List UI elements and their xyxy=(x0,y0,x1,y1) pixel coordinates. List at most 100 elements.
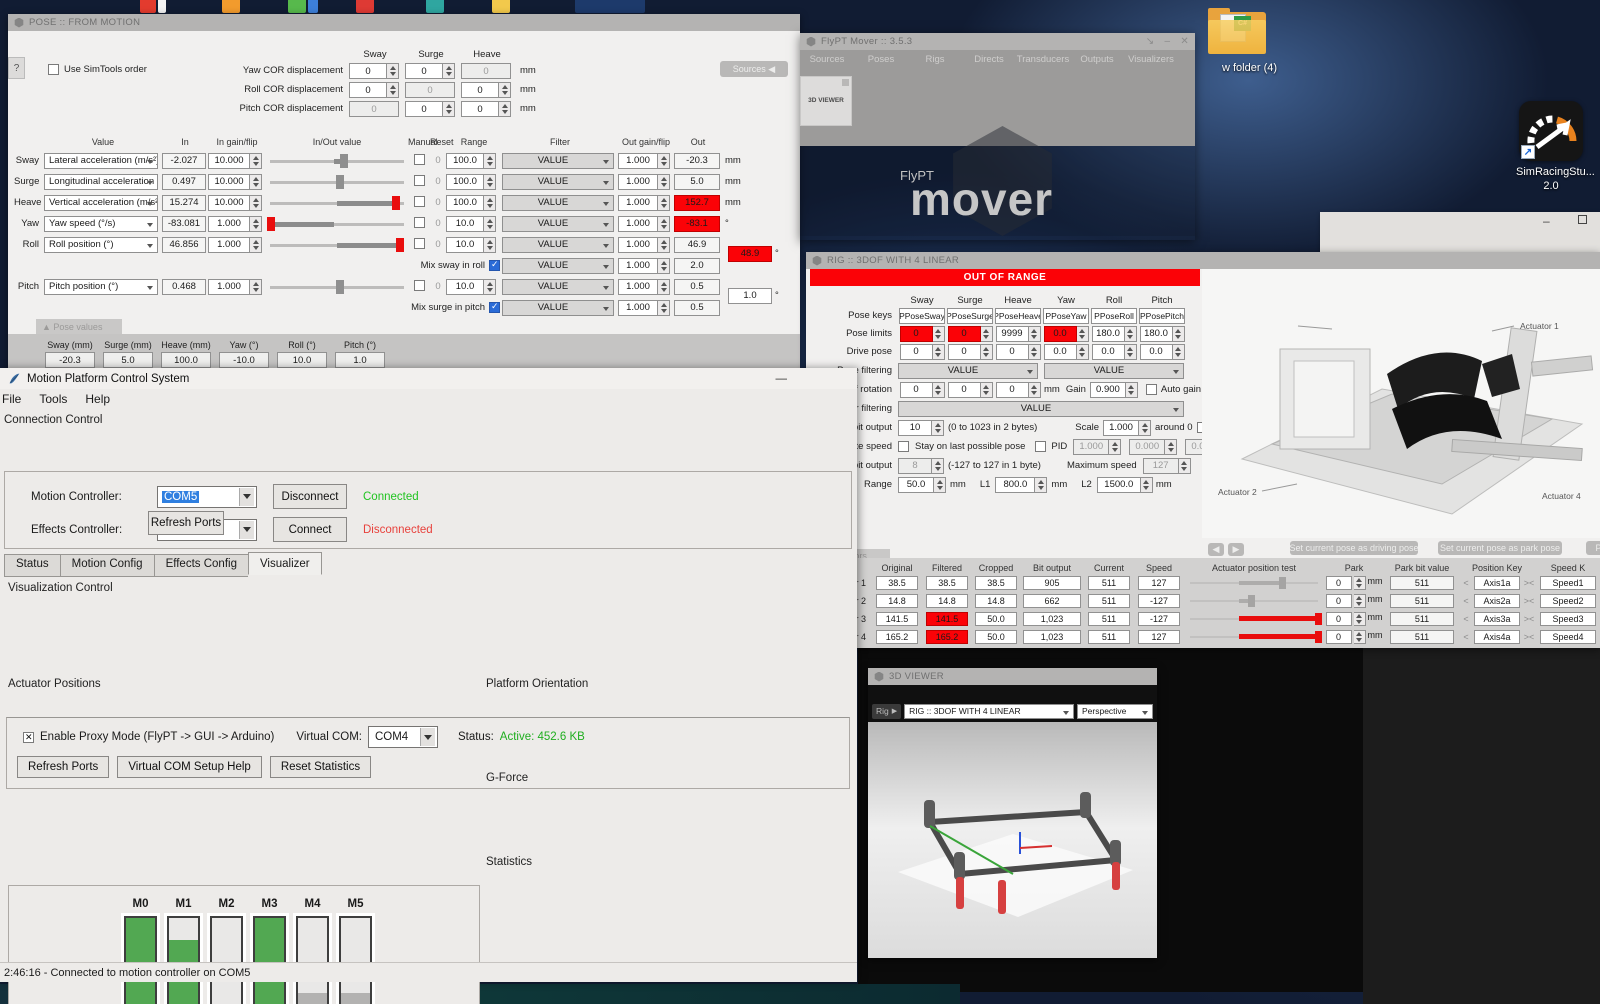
auto-gain-checkbox[interactable] xyxy=(1146,384,1157,395)
reset-value[interactable]: 0 xyxy=(430,197,446,208)
dropdown-arrow-icon[interactable] xyxy=(420,728,435,746)
pose-limit-field[interactable]: 0 xyxy=(900,326,933,342)
cor-field[interactable]: 0 xyxy=(461,101,499,117)
spinner[interactable] xyxy=(1354,576,1366,590)
sources-button[interactable]: Sources ◀ xyxy=(720,61,788,77)
spinner[interactable] xyxy=(484,237,496,253)
close-icon[interactable]: ✕ xyxy=(1180,36,1189,47)
maximize-icon[interactable] xyxy=(1578,215,1587,224)
inout-slider[interactable] xyxy=(270,195,404,211)
range-field[interactable]: 100.0 xyxy=(446,195,484,211)
speed-key-input[interactable]: Speed3 xyxy=(1540,612,1596,626)
spinner[interactable] xyxy=(1126,382,1138,398)
spinner[interactable] xyxy=(499,101,511,117)
spinner[interactable] xyxy=(1173,326,1185,342)
pose-key-input[interactable]: PPoseRoll xyxy=(1091,308,1137,324)
in-gain-field[interactable]: 1.000 xyxy=(208,237,250,253)
rig-title-bar[interactable]: RIG :: 3DOF WITH 4 LINEAR xyxy=(806,252,1600,269)
spinner[interactable] xyxy=(1354,630,1366,644)
spinner[interactable] xyxy=(484,279,496,295)
in-gain-field[interactable]: 1.000 xyxy=(208,279,250,295)
background-window-titlebar[interactable]: – xyxy=(1320,212,1600,252)
source-select[interactable]: Longitudinal acceleration (m/s²) xyxy=(44,174,158,190)
pose-key-input[interactable]: PPoseSway xyxy=(899,308,945,324)
position-key-input[interactable]: Axis2a xyxy=(1474,594,1520,608)
set-park-pose-button[interactable]: Set current pose as park pose xyxy=(1438,541,1562,555)
mover-menu-item[interactable]: Outputs xyxy=(1070,54,1124,74)
mover-menu-item[interactable]: Poses xyxy=(854,54,908,74)
pose-key-input[interactable]: PPoseSurge xyxy=(947,308,993,324)
spinner[interactable] xyxy=(1035,477,1047,493)
cor-field[interactable]: 0 xyxy=(405,63,443,79)
spinner[interactable] xyxy=(484,153,496,169)
manual-checkbox[interactable] xyxy=(414,238,425,249)
tab[interactable]: Status xyxy=(4,554,60,577)
filter-select[interactable]: VALUE xyxy=(502,300,614,316)
spinner[interactable] xyxy=(250,279,262,295)
inout-slider[interactable] xyxy=(270,237,404,253)
clipped-button[interactable]: Po xyxy=(1586,541,1600,555)
spinner[interactable] xyxy=(499,82,511,98)
range-field[interactable]: 10.0 xyxy=(446,237,484,253)
range-field[interactable]: 100.0 xyxy=(446,153,484,169)
viewer-viewport[interactable] xyxy=(868,722,1157,958)
filter-select[interactable]: VALUE xyxy=(502,174,614,190)
out-gain-field[interactable]: 1.000 xyxy=(618,216,658,232)
spinner[interactable] xyxy=(981,382,993,398)
speed-key-input[interactable]: Speed2 xyxy=(1540,594,1596,608)
spinner[interactable] xyxy=(934,477,946,493)
minimize-icon[interactable]: — xyxy=(776,373,788,385)
pose-title-bar[interactable]: POSE :: FROM MOTION xyxy=(8,14,800,31)
minimize-icon[interactable]: – xyxy=(1164,36,1170,47)
drive-pose-field[interactable]: 0 xyxy=(900,344,933,360)
source-select[interactable]: Lateral acceleration (m/s²) xyxy=(44,153,158,169)
pose-filter-select[interactable]: VALUE xyxy=(898,363,1038,379)
filter-select[interactable]: VALUE xyxy=(502,216,614,232)
cor-field[interactable]: 0 xyxy=(405,101,443,117)
manual-checkbox[interactable] xyxy=(414,175,425,186)
dropdown-arrow-icon[interactable] xyxy=(239,488,254,506)
spinner[interactable] xyxy=(932,420,944,436)
out-gain-field[interactable]: 1.000 xyxy=(618,300,658,316)
drive-pose-field[interactable]: 0.0 xyxy=(1092,344,1125,360)
virtual-com-help-button[interactable]: Virtual COM Setup Help xyxy=(117,756,262,778)
taskbar-icon[interactable] xyxy=(222,0,240,13)
spinner[interactable] xyxy=(1077,344,1089,360)
refresh-ports-button[interactable]: Refresh Ports xyxy=(148,511,224,535)
pose-limit-field[interactable]: 180.0 xyxy=(1140,326,1173,342)
drive-pose-field[interactable]: 0 xyxy=(996,344,1029,360)
spinner[interactable] xyxy=(1029,344,1041,360)
connect-button[interactable]: Connect xyxy=(273,517,347,542)
pid-checkbox[interactable] xyxy=(1035,441,1046,452)
spinner[interactable] xyxy=(1354,612,1366,626)
gain-field[interactable]: 0.900 xyxy=(1090,382,1126,398)
range-field[interactable]: 100.0 xyxy=(446,174,484,190)
help-button[interactable]: ? xyxy=(8,57,25,79)
cor-field[interactable]: 0 xyxy=(948,382,981,398)
reset-value[interactable]: 0 xyxy=(430,218,446,229)
spinner[interactable] xyxy=(250,174,262,190)
spinner[interactable] xyxy=(658,237,670,253)
simracing-shortcut[interactable]: ↗ SimRacingStu... 2.0 xyxy=(1516,101,1586,194)
inout-slider[interactable] xyxy=(270,174,404,190)
range-field[interactable]: 10.0 xyxy=(446,216,484,232)
reset-value[interactable]: 0 xyxy=(430,239,446,250)
tray-icon[interactable]: ↘ xyxy=(1146,36,1155,47)
disconnect-button[interactable]: Disconnect xyxy=(273,484,347,509)
spinner[interactable] xyxy=(658,300,670,316)
spinner[interactable] xyxy=(1029,382,1041,398)
mover-menu-item[interactable]: Sources xyxy=(800,54,854,74)
l1-field[interactable]: 800.0 xyxy=(995,477,1035,493)
source-select[interactable]: Yaw speed (°/s) xyxy=(44,216,158,232)
cor-field[interactable]: 0 xyxy=(900,382,933,398)
spinner[interactable] xyxy=(1141,477,1153,493)
spinner[interactable] xyxy=(1125,326,1137,342)
dropdown-arrow-icon[interactable] xyxy=(239,521,254,539)
taskbar-icon[interactable] xyxy=(356,0,374,13)
l2-field[interactable]: 1500.0 xyxy=(1097,477,1141,493)
drive-pose-field[interactable]: 0.0 xyxy=(1140,344,1173,360)
out-gain-field[interactable]: 1.000 xyxy=(618,174,658,190)
manual-checkbox[interactable] xyxy=(414,196,425,207)
pose-values-tab[interactable]: ▲ Pose values xyxy=(36,319,122,334)
pager-next-icon[interactable]: ▶ xyxy=(1228,543,1244,556)
